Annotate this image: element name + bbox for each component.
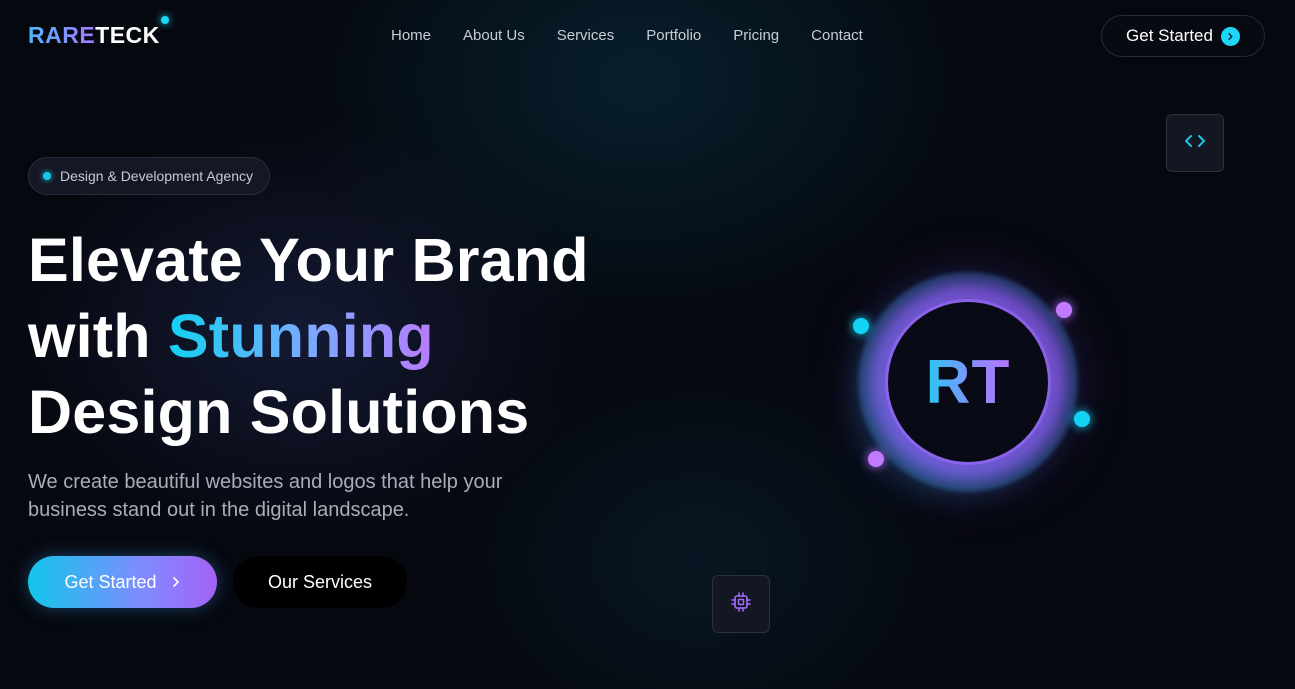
- brand-logo-part2: TECK: [95, 22, 160, 48]
- nav-item-about-us[interactable]: About Us: [463, 27, 525, 44]
- nav-item-services[interactable]: Services: [557, 27, 615, 44]
- hero-get-started-button[interactable]: Get Started: [28, 556, 217, 608]
- orbit-dot-violet-top: [1056, 302, 1072, 318]
- hero-page: RARE TECK Home About Us Services Portfoli…: [0, 0, 1295, 689]
- header-get-started-label: Get Started: [1126, 26, 1213, 45]
- rt-emblem: RT: [888, 302, 1048, 462]
- header-get-started-button[interactable]: Get Started: [1101, 15, 1265, 57]
- headline-line3: Design Solutions: [28, 378, 530, 446]
- nav-item-contact[interactable]: Contact: [811, 27, 863, 44]
- chip-tile: [712, 575, 770, 633]
- our-services-button[interactable]: Our Services: [233, 556, 407, 608]
- code-icon: [1183, 133, 1207, 154]
- our-services-label: Our Services: [267, 571, 373, 592]
- brand-logo[interactable]: RARE TECK: [28, 16, 169, 49]
- headline-line2-prefix: with: [28, 302, 168, 370]
- code-tile: [1166, 114, 1224, 172]
- hero-get-started-label: Get Started: [64, 571, 157, 592]
- orbit-dot-violet-bottom: [868, 451, 884, 467]
- hero-subtext: We create beautiful websites and logos t…: [28, 471, 503, 521]
- chevron-right-icon: [171, 572, 181, 593]
- badge-dot-icon: [43, 172, 51, 180]
- headline-line1: Elevate Your Brand: [28, 226, 589, 294]
- agency-badge-label: Design & Development Agency: [60, 168, 253, 184]
- nav-item-portfolio[interactable]: Portfolio: [646, 27, 701, 44]
- main-nav: Home About Us Services Portfolio Pricing…: [391, 27, 863, 44]
- chevron-right-icon: [1220, 26, 1240, 46]
- chip-icon: [730, 591, 752, 618]
- brand-logo-part1: RARE: [28, 22, 96, 48]
- hero-headline: Elevate Your Brand with Stunning Design …: [28, 222, 589, 450]
- agency-badge: Design & Development Agency: [28, 157, 270, 195]
- orbit-dot-cyan-left: [853, 318, 869, 334]
- emblem-initials: RT: [925, 347, 1011, 417]
- nav-item-home[interactable]: Home: [391, 27, 431, 44]
- nav-item-pricing[interactable]: Pricing: [733, 27, 779, 44]
- orbit-dot-cyan-right: [1074, 411, 1090, 427]
- headline-highlight: Stunning: [167, 302, 434, 370]
- logo-accent-dot: [161, 16, 169, 24]
